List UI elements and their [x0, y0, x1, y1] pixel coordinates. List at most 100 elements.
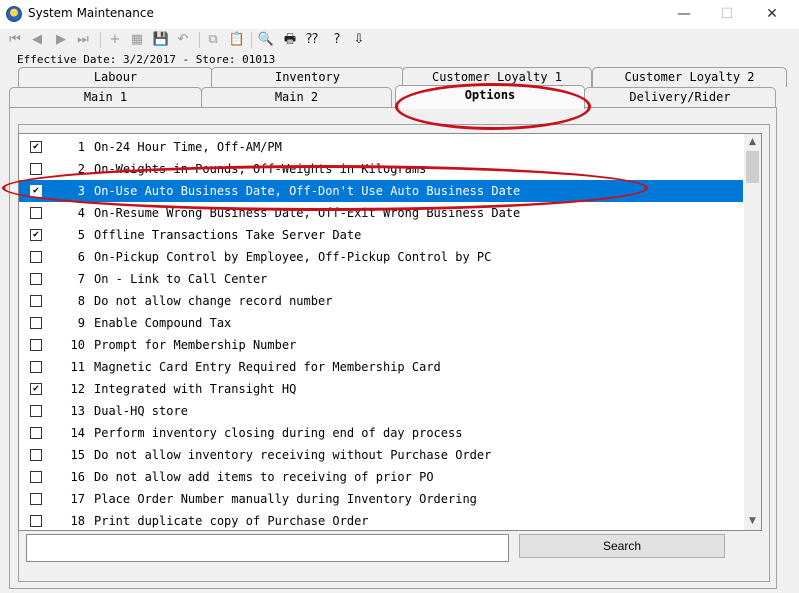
- toolbar: ⏮ ◀ ▶ ⏭ + ▦ 💾 ↶ ⧉ 📋 🔍 🖶 ⁇? ⇩: [0, 29, 799, 51]
- tab-customer-loyalty-1[interactable]: Customer Loyalty 1: [402, 67, 592, 87]
- undo-icon[interactable]: ↶: [174, 31, 192, 49]
- option-label: Integrated with Transight HQ: [94, 382, 297, 396]
- option-row[interactable]: 10 Prompt for Membership Number: [19, 334, 743, 356]
- option-label: Do not allow inventory receiving without…: [94, 448, 492, 462]
- main-area: Effective Date: 3/2/2017 - Store: 01013 …: [0, 51, 799, 593]
- option-number: 5: [77, 228, 85, 242]
- exit-icon[interactable]: ⇩: [350, 31, 368, 49]
- tab-main-1[interactable]: Main 1: [9, 87, 202, 107]
- option-checkbox[interactable]: [30, 251, 42, 263]
- previous-record-icon[interactable]: ◀: [28, 31, 46, 49]
- option-row[interactable]: 6 On-Pickup Control by Employee, Off-Pick…: [19, 246, 743, 268]
- option-checkbox[interactable]: [30, 317, 42, 329]
- option-label: On-Pickup Control by Employee, Off-Picku…: [94, 250, 492, 264]
- option-checkbox[interactable]: [30, 471, 42, 483]
- option-checkbox[interactable]: [30, 493, 42, 505]
- option-checkbox[interactable]: ✔: [30, 185, 42, 197]
- tab-inventory[interactable]: Inventory: [211, 67, 404, 87]
- option-checkbox[interactable]: ✔: [30, 229, 42, 241]
- find-icon[interactable]: 🔍: [257, 31, 275, 49]
- option-label: On-Resume Wrong Business Date, Off-Exit …: [94, 206, 521, 220]
- option-number: 13: [70, 404, 85, 418]
- option-checkbox[interactable]: [30, 361, 42, 373]
- tab-options[interactable]: Options: [395, 85, 585, 109]
- option-row[interactable]: 15 Do not allow inventory receiving witho…: [19, 444, 743, 466]
- option-checkbox[interactable]: [30, 449, 42, 461]
- tab-main-2[interactable]: Main 2: [201, 87, 392, 107]
- search-button[interactable]: Search: [519, 534, 725, 558]
- edit-record-icon[interactable]: ▦: [128, 31, 146, 49]
- option-row[interactable]: 9 Enable Compound Tax: [19, 312, 743, 334]
- option-row[interactable]: ✔ 1 On-24 Hour Time, Off-AM/PM: [19, 136, 743, 158]
- print-icon[interactable]: 🖶: [281, 31, 299, 49]
- close-button[interactable]: ✕: [758, 4, 786, 24]
- option-number: 9: [77, 316, 85, 330]
- option-row[interactable]: 17 Place Order Number manually during Inv…: [19, 488, 743, 510]
- paste-icon[interactable]: 📋: [228, 31, 246, 49]
- option-checkbox[interactable]: ✔: [30, 383, 42, 395]
- option-checkbox[interactable]: [30, 405, 42, 417]
- option-row[interactable]: 14 Perform inventory closing during end o…: [19, 422, 743, 444]
- option-row[interactable]: 11 Magnetic Card Entry Required for Membe…: [19, 356, 743, 378]
- option-label: Do not allow add items to receiving of p…: [94, 470, 434, 484]
- option-label: Perform inventory closing during end of …: [94, 426, 463, 440]
- option-number: 2: [77, 162, 85, 176]
- copy-icon[interactable]: ⧉: [204, 31, 222, 49]
- option-label: On-Weights in Pounds, Off-Weights in Kil…: [94, 162, 427, 176]
- option-label: On - Link to Call Center: [94, 272, 268, 286]
- last-record-icon[interactable]: ⏭: [74, 31, 92, 49]
- help-icon[interactable]: ?: [328, 31, 346, 49]
- option-checkbox[interactable]: [30, 295, 42, 307]
- option-label: Magnetic Card Entry Required for Members…: [94, 360, 441, 374]
- option-checkbox[interactable]: [30, 427, 42, 439]
- scrollbar-thumb[interactable]: [746, 151, 759, 183]
- scroll-down-arrow-icon[interactable]: ▼: [744, 513, 761, 530]
- option-number: 6: [77, 250, 85, 264]
- option-number: 11: [70, 360, 85, 374]
- option-label: Enable Compound Tax: [94, 316, 232, 330]
- option-row[interactable]: ✔ 3 On-Use Auto Business Date, Off-Don't U…: [19, 180, 743, 202]
- context-help-icon[interactable]: ⁇: [303, 31, 321, 49]
- option-row[interactable]: ✔ 12 Integrated with Transight HQ: [19, 378, 743, 400]
- option-row[interactable]: 16 Do not allow add items to receiving of…: [19, 466, 743, 488]
- option-label: Prompt for Membership Number: [94, 338, 297, 352]
- option-number: 15: [70, 448, 85, 462]
- option-row[interactable]: 2 On-Weights in Pounds, Off-Weights in Ki…: [19, 158, 743, 180]
- save-icon[interactable]: 💾: [152, 31, 170, 49]
- options-list[interactable]: ✔ 1 On-24 Hour Time, Off-AM/PM 2 On-Weights …: [18, 133, 762, 531]
- window-title: System Maintenance: [28, 6, 154, 20]
- option-row[interactable]: 7 On - Link to Call Center: [19, 268, 743, 290]
- vertical-scrollbar[interactable]: ▲ ▼: [744, 134, 761, 530]
- toolbar-separator: [199, 32, 200, 48]
- option-checkbox[interactable]: [30, 163, 42, 175]
- option-checkbox[interactable]: [30, 339, 42, 351]
- option-number: 18: [70, 514, 85, 528]
- option-checkbox[interactable]: ✔: [30, 141, 42, 153]
- option-number: 17: [70, 492, 85, 506]
- option-number: 8: [77, 294, 85, 308]
- option-number: 3: [77, 184, 85, 198]
- option-number: 14: [70, 426, 85, 440]
- search-input[interactable]: [26, 534, 509, 562]
- option-number: 10: [70, 338, 85, 352]
- add-record-icon[interactable]: +: [106, 31, 124, 49]
- option-row[interactable]: 8 Do not allow change record number: [19, 290, 743, 312]
- option-checkbox[interactable]: [30, 207, 42, 219]
- option-number: 1: [77, 140, 85, 154]
- option-checkbox[interactable]: [30, 273, 42, 285]
- option-row[interactable]: 13 Dual-HQ store: [19, 400, 743, 422]
- option-row[interactable]: 4 On-Resume Wrong Business Date, Off-Exit…: [19, 202, 743, 224]
- minimize-button[interactable]: —: [670, 4, 698, 24]
- first-record-icon[interactable]: ⏮: [6, 31, 24, 49]
- tab-labour[interactable]: Labour: [18, 67, 213, 87]
- option-row[interactable]: ✔ 5 Offline Transactions Take Server Date: [19, 224, 743, 246]
- option-checkbox[interactable]: [30, 515, 42, 527]
- option-number: 12: [70, 382, 85, 396]
- next-record-icon[interactable]: ▶: [52, 31, 70, 49]
- tab-customer-loyalty-2[interactable]: Customer Loyalty 2: [592, 67, 787, 87]
- title-bar: System Maintenance — ☐ ✕: [0, 0, 799, 29]
- option-row[interactable]: 18 Print duplicate copy of Purchase Order: [19, 510, 743, 530]
- tab-delivery-rider[interactable]: Delivery/Rider: [584, 87, 776, 107]
- maximize-button[interactable]: ☐: [713, 4, 741, 24]
- scroll-up-arrow-icon[interactable]: ▲: [744, 134, 761, 151]
